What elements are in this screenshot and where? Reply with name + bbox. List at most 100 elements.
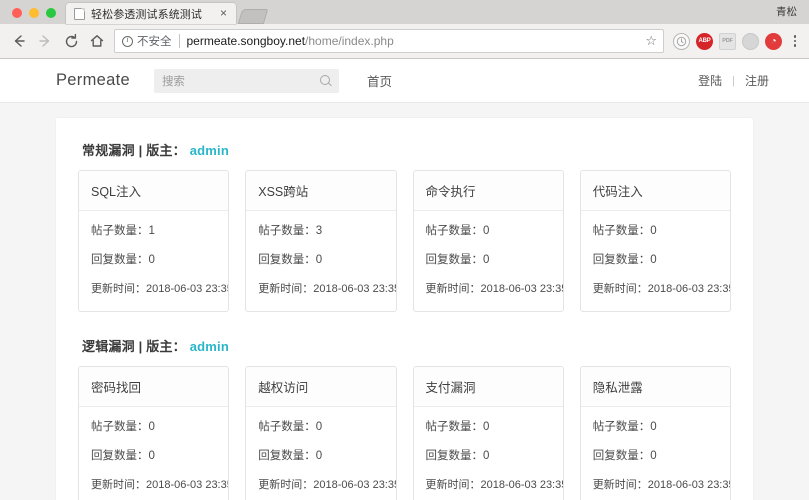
updated-label: 更新时间： bbox=[425, 479, 481, 491]
back-icon[interactable] bbox=[6, 28, 32, 54]
card-body: 帖子数量：0 回复数量：0 更新时间：2018-06-03 23:35 bbox=[246, 407, 395, 500]
posts-value: 1 bbox=[148, 225, 155, 237]
login-link[interactable]: 登陆 bbox=[698, 72, 722, 89]
forum-card[interactable]: 命令执行 帖子数量：0 回复数量：0 更新时间：2018-06-03 23:35 bbox=[412, 170, 564, 312]
auth-separator: | bbox=[732, 74, 735, 87]
profile-name[interactable]: 青松 bbox=[776, 4, 797, 19]
card-header: 代码注入 bbox=[580, 171, 730, 211]
forum-card[interactable]: 代码注入 帖子数量：0 回复数量：0 更新时间：2018-06-03 23:35 bbox=[579, 170, 731, 312]
browser-tab[interactable]: 轻松参透测试系统测试 × bbox=[66, 3, 236, 24]
tab-strip: 轻松参透测试系统测试 × 青松 bbox=[0, 0, 809, 24]
search-icon[interactable] bbox=[319, 75, 331, 86]
updated-row: 更新时间：2018-06-03 23:35 bbox=[91, 280, 228, 296]
updated-label: 更新时间： bbox=[91, 479, 146, 491]
minimize-window-button[interactable] bbox=[29, 8, 39, 18]
replies-row: 回复数量：0 bbox=[426, 447, 551, 463]
forum-card[interactable]: 支付漏洞 帖子数量：0 回复数量：0 更新时间：2018-06-03 23:35 bbox=[412, 366, 564, 500]
replies-label: 回复数量： bbox=[425, 450, 484, 462]
replies-value: 0 bbox=[650, 450, 657, 462]
card-header: SQL注入 bbox=[79, 171, 229, 211]
card-title: SQL注入 bbox=[91, 185, 142, 199]
updated-value: 2018-06-03 23:35 bbox=[146, 283, 230, 295]
address-bar[interactable]: 不安全 permeate.songboy.net/home/index.php … bbox=[114, 29, 664, 53]
card-title: 命令执行 bbox=[425, 185, 476, 199]
maximize-window-button[interactable] bbox=[46, 8, 56, 18]
chrome-menu-icon[interactable] bbox=[787, 31, 803, 51]
updated-value: 2018-06-03 23:35 bbox=[647, 283, 731, 295]
section-header-logic: 逻辑漏洞 | 版主： admin bbox=[82, 336, 739, 355]
security-indicator[interactable]: 不安全 bbox=[122, 33, 172, 49]
site-logo[interactable]: Permeate bbox=[56, 71, 130, 90]
updated-label: 更新时间： bbox=[592, 479, 648, 491]
adblock-plus-icon[interactable]: ABP bbox=[696, 32, 713, 50]
new-tab-button[interactable] bbox=[237, 9, 269, 24]
posts-row: 帖子数量：0 bbox=[426, 222, 551, 238]
replies-value: 0 bbox=[315, 450, 323, 462]
forward-icon[interactable] bbox=[32, 28, 58, 54]
forum-card[interactable]: 隐私泄露 帖子数量：0 回复数量：0 更新时间：2018-06-03 23:35 bbox=[579, 366, 731, 500]
bookmark-star-icon[interactable]: ☆ bbox=[639, 33, 657, 49]
card-title: 代码注入 bbox=[592, 185, 643, 199]
replies-row: 回复数量：0 bbox=[91, 447, 216, 463]
replies-label: 回复数量： bbox=[592, 450, 651, 462]
replies-row: 回复数量：0 bbox=[258, 251, 383, 267]
moderator-name[interactable]: admin bbox=[190, 143, 229, 158]
circle-extension-icon[interactable] bbox=[742, 32, 759, 50]
replies-value: 0 bbox=[650, 254, 657, 266]
card-body: 帖子数量：0 回复数量：0 更新时间：2018-06-03 23:35 bbox=[581, 211, 730, 311]
site-header: Permeate 搜索 首页 登陆 | 注册 bbox=[0, 59, 809, 103]
updated-row: 更新时间：2018-06-03 23:35 bbox=[258, 476, 395, 492]
card-slot: 支付漏洞 帖子数量：0 回复数量：0 更新时间：2018-06-03 23:35 bbox=[405, 366, 572, 500]
card-body: 帖子数量：1 回复数量：0 更新时间：2018-06-03 23:35 bbox=[79, 211, 228, 311]
posts-value: 0 bbox=[315, 421, 323, 433]
replies-value: 0 bbox=[315, 254, 323, 266]
section-separator: | bbox=[138, 143, 143, 158]
search-input[interactable]: 搜索 bbox=[153, 68, 339, 93]
forum-card[interactable]: SQL注入 帖子数量：1 回复数量：0 更新时间：2018-06-03 23:3… bbox=[78, 170, 230, 312]
close-icon[interactable]: × bbox=[217, 7, 230, 20]
updated-row: 更新时间：2018-06-03 23:35 bbox=[425, 476, 563, 492]
register-link[interactable]: 注册 bbox=[745, 72, 769, 89]
close-window-button[interactable] bbox=[12, 8, 22, 18]
updated-label: 更新时间： bbox=[258, 479, 314, 491]
posts-row: 帖子数量：0 bbox=[91, 418, 216, 434]
content-container: 常规漏洞 | 版主： admin SQL注入 帖子数量：1 回复数量：0 更新时… bbox=[56, 118, 753, 500]
replies-label: 回复数量： bbox=[91, 450, 149, 462]
posts-row: 帖子数量：0 bbox=[593, 222, 718, 238]
replies-label: 回复数量： bbox=[91, 254, 149, 266]
replies-value: 0 bbox=[148, 450, 155, 462]
forum-card[interactable]: XSS跨站 帖子数量：3 回复数量：0 更新时间：2018-06-03 23:3… bbox=[245, 170, 397, 312]
card-body: 帖子数量：0 回复数量：0 更新时间：2018-06-03 23:35 bbox=[79, 407, 228, 500]
moderator-label: 版主： bbox=[146, 143, 186, 158]
page-icon bbox=[74, 7, 85, 20]
posts-value: 3 bbox=[315, 225, 323, 237]
nav-home-link[interactable]: 首页 bbox=[367, 71, 392, 90]
card-title: 隐私泄露 bbox=[592, 381, 643, 395]
moderator-name[interactable]: admin bbox=[190, 339, 229, 354]
window-controls bbox=[8, 8, 66, 24]
section-name: 常规漏洞 bbox=[82, 143, 135, 158]
card-slot: 越权访问 帖子数量：0 回复数量：0 更新时间：2018-06-03 23:35 bbox=[237, 366, 404, 500]
home-icon[interactable] bbox=[84, 28, 110, 54]
updated-value: 2018-06-03 23:35 bbox=[313, 479, 397, 491]
red-extension-icon[interactable]: ◔ bbox=[765, 32, 782, 50]
card-slot: 命令执行 帖子数量：0 回复数量：0 更新时间：2018-06-03 23:35 bbox=[405, 170, 572, 312]
security-label: 不安全 bbox=[137, 36, 172, 48]
posts-value: 0 bbox=[483, 421, 490, 433]
auth-links: 登陆 | 注册 bbox=[698, 72, 769, 89]
card-header: 隐私泄露 bbox=[580, 367, 730, 407]
section-name: 逻辑漏洞 bbox=[82, 339, 135, 354]
card-slot: 密码找回 帖子数量：0 回复数量：0 更新时间：2018-06-03 23:35 bbox=[70, 366, 237, 500]
reload-icon[interactable] bbox=[58, 28, 84, 54]
posts-label: 帖子数量： bbox=[258, 225, 316, 237]
updated-row: 更新时间：2018-06-03 23:35 bbox=[592, 476, 730, 492]
forum-card[interactable]: 密码找回 帖子数量：0 回复数量：0 更新时间：2018-06-03 23:35 bbox=[78, 366, 230, 500]
forum-card[interactable]: 越权访问 帖子数量：0 回复数量：0 更新时间：2018-06-03 23:35 bbox=[245, 366, 397, 500]
clock-extension-icon[interactable] bbox=[673, 32, 690, 50]
replies-row: 回复数量：0 bbox=[91, 251, 216, 267]
section-header-common: 常规漏洞 | 版主： admin bbox=[82, 140, 739, 159]
updated-label: 更新时间： bbox=[592, 283, 648, 295]
search-placeholder: 搜索 bbox=[161, 75, 185, 88]
pdf-extension-icon[interactable]: PDF bbox=[719, 32, 736, 50]
